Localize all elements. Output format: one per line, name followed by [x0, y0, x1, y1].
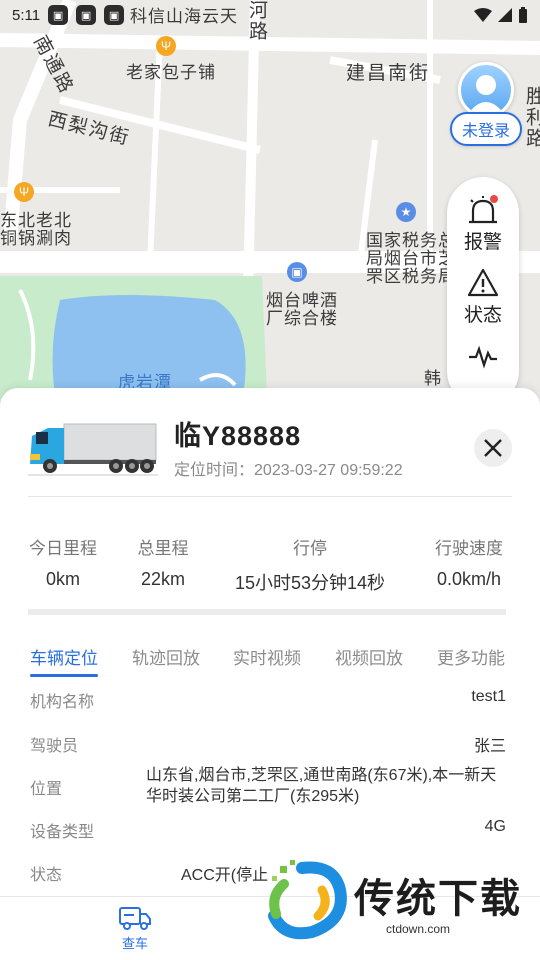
status-time: 5:11 — [12, 6, 41, 24]
alarm-label: 报警 — [463, 232, 502, 253]
section-divider — [28, 609, 506, 615]
stat-speed: 行驶速度 0.0km/h — [428, 534, 510, 590]
stat-total-mileage: 总里程 22km — [128, 534, 198, 590]
map-label: 建昌南街 — [346, 63, 431, 84]
car-app-icon: ▣ — [104, 5, 125, 25]
info-value: 山东省,烟台市,芝罘区,通世南路(东67米),本一新天华时装公司第二工厂(东29… — [146, 767, 497, 805]
alarm-button[interactable]: 报警 — [464, 195, 502, 254]
user-icon — [467, 75, 505, 115]
truck-nav-icon — [119, 907, 151, 930]
avatar[interactable] — [458, 62, 514, 118]
restaurant-icon[interactable]: Ψ — [156, 36, 176, 56]
stat-value: 22km — [140, 569, 185, 589]
info-value: 张三 — [473, 738, 506, 755]
restaurant-icon[interactable]: Ψ — [14, 182, 34, 202]
wifi-icon — [474, 8, 492, 22]
signal-icon — [498, 8, 512, 22]
stat-label: 今日里程 — [29, 539, 97, 558]
map-label: 铜锅涮肉 — [0, 229, 72, 248]
info-value: ACC开(停止 — [181, 867, 269, 884]
stat-today-mileage: 今日里程 0km — [28, 534, 98, 590]
vehicle-detail-sheet: 临Y88888 定位时间：2023-03-27 09:59:22 今日里程 0k… — [0, 388, 540, 900]
tab-vehicle-location[interactable]: 车辆定位 — [30, 644, 98, 669]
close-button[interactable] — [474, 429, 512, 467]
warning-icon — [467, 268, 499, 297]
stat-label: 总里程 — [137, 539, 189, 558]
divider — [28, 496, 512, 497]
car-app-icon: ▣ — [48, 5, 69, 25]
stat-label: 行驶速度 — [435, 539, 503, 558]
tab-bar: 车辆定位 轨迹回放 实时视频 视频回放 更多功能 — [0, 644, 540, 678]
stat-label: 行停 — [293, 539, 327, 558]
stat-value: 15小时53分钟14秒 — [234, 573, 386, 593]
tab-live-video[interactable]: 实时视频 — [233, 644, 301, 669]
map-label: 韩 — [424, 369, 442, 388]
nav-find-vehicle[interactable]: 查车 — [112, 905, 158, 952]
side-panel: 报警 状态 — [447, 177, 519, 407]
tab-track-playback[interactable]: 轨迹回放 — [132, 644, 200, 669]
map-label: 厂综合楼 — [266, 309, 338, 328]
tab-more-functions[interactable]: 更多功能 — [437, 644, 505, 669]
info-label: 设备类型 — [30, 824, 95, 841]
location-time-value: 2023-03-27 09:59:22 — [254, 462, 403, 479]
map-label: 老家包子铺 — [126, 63, 216, 82]
location-time-label: 定位时间： — [174, 462, 255, 479]
info-label: 状态 — [30, 867, 63, 884]
info-label: 机构名称 — [30, 694, 95, 711]
location-time: 定位时间：2023-03-27 09:59:22 — [174, 456, 403, 480]
info-position: 位置 山东省,烟台市,芝罘区,通世南路(东67米),本一新天华时装公司第二工厂(… — [30, 765, 506, 809]
nav-label: 查车 — [121, 936, 148, 951]
tab-underline — [30, 674, 98, 677]
building-icon[interactable]: ▣ — [287, 262, 307, 282]
status-button[interactable]: 状态 — [464, 268, 502, 327]
watermark: 传统下载 ctdown.com — [262, 860, 522, 940]
tab-video-playback[interactable]: 视频回放 — [335, 644, 403, 669]
battery-icon — [519, 7, 527, 23]
truck-icon — [28, 423, 158, 476]
activity-button[interactable] — [467, 341, 499, 371]
watermark-url: ctdown.com — [386, 922, 451, 936]
info-value: 4G — [484, 818, 506, 835]
info-label: 位置 — [30, 781, 63, 798]
activity-icon — [469, 345, 497, 369]
watermark-logo — [268, 860, 347, 940]
close-icon — [484, 439, 502, 457]
map-label: 罘区税务局 — [366, 267, 456, 286]
info-label: 驾驶员 — [30, 738, 79, 755]
status-bar: 5:11 ▣ ▣ ▣ — [0, 0, 540, 30]
stat-driving-stop: 行停 15小时53分钟14秒 — [220, 534, 400, 595]
car-app-icon: ▣ — [76, 5, 97, 25]
stat-value: 0km — [45, 569, 80, 589]
stat-value: 0.0km/h — [436, 569, 502, 589]
watermark-text: 传统下载 — [354, 876, 522, 922]
login-button[interactable]: 未登录 — [450, 112, 522, 146]
government-icon[interactable]: ★ — [396, 202, 416, 222]
map-label: 胜利路 — [523, 86, 540, 149]
info-value: test1 — [471, 688, 506, 705]
vehicle-plate: 临Y88888 — [174, 421, 302, 451]
alarm-icon — [468, 195, 498, 224]
status-label: 状态 — [463, 305, 502, 326]
